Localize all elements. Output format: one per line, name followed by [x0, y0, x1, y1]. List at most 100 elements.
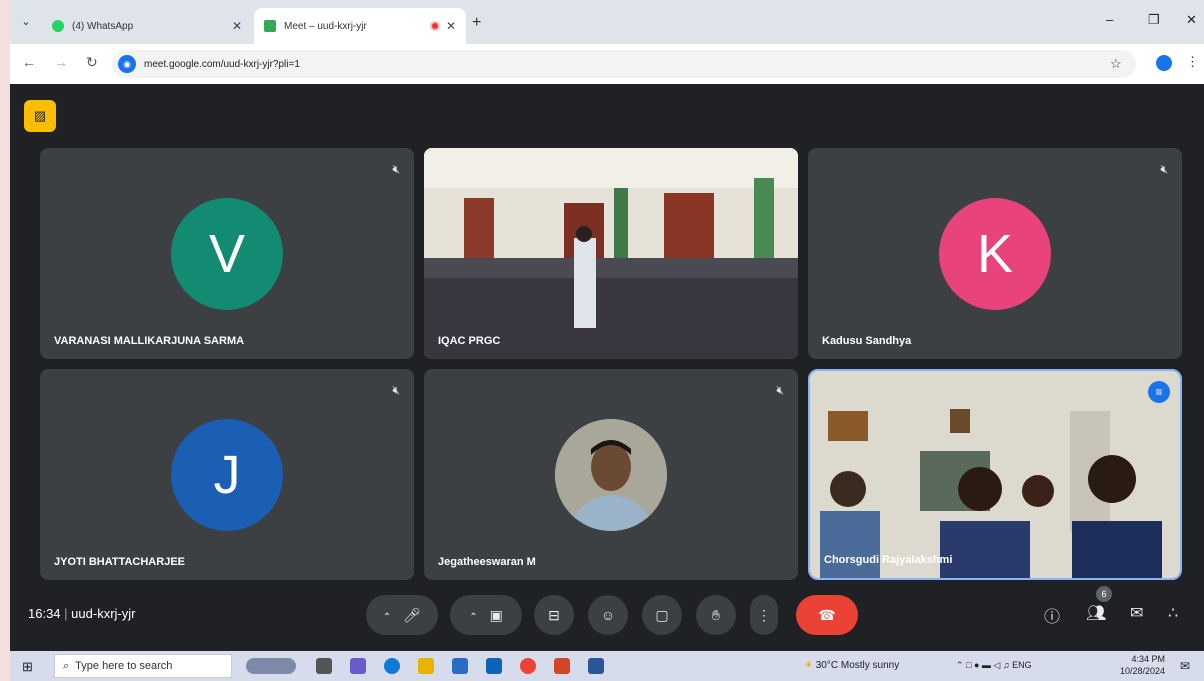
word-icon[interactable] — [588, 658, 604, 674]
tab-meet[interactable]: Meet – uud-kxrj-yjr ✕ — [254, 8, 466, 44]
minimize-button[interactable]: – — [1106, 12, 1113, 27]
search-highlight-icon[interactable] — [246, 658, 296, 674]
bookmark-star-icon[interactable]: ☆ — [1110, 56, 1122, 72]
tab-whatsapp[interactable]: (4) WhatsApp ✕ — [42, 8, 252, 44]
classroom-video — [424, 148, 798, 359]
captions-button[interactable]: ⊟ — [534, 595, 574, 635]
people-icon[interactable]: 👥︎ — [1086, 603, 1106, 623]
participant-name: VARANASI MALLIKARJUNA SARMA — [54, 335, 245, 347]
participant-tile[interactable]: 🔇︎ K Kadusu Sandhya — [808, 148, 1182, 359]
browser-window: ⌄ (4) WhatsApp ✕ Meet – uud-kxrj-yjr ✕ +… — [10, 0, 1204, 681]
chevron-up-icon[interactable]: ⌃ — [469, 612, 477, 623]
meeting-info: 16:34 | uud-kxrj-yjr — [28, 606, 135, 621]
profile-avatar[interactable] — [1156, 55, 1172, 71]
clock-date: 10/28/2024 — [1120, 666, 1166, 676]
language-indicator[interactable]: ENG — [1012, 660, 1032, 670]
close-window-button[interactable]: ✕ — [1186, 12, 1197, 28]
restore-button[interactable]: ❐ — [1148, 12, 1160, 28]
clock-time: 4:34 PM — [1131, 654, 1166, 664]
taskbar-search[interactable]: ⌕ Type here to search — [54, 654, 232, 678]
participant-count-badge: 6 — [1096, 586, 1112, 602]
tab-title: Meet – uud-kxrj-yjr — [284, 20, 367, 32]
mic-muted-icon: 🔇︎ — [392, 383, 400, 397]
participant-name: JYOTI BHATTACHARJEE — [54, 556, 185, 568]
participant-tile[interactable]: 🔇︎ V VARANASI MALLIKARJUNA SARMA — [40, 148, 414, 359]
mic-muted-icon: 🔇︎ — [392, 162, 400, 176]
more-options-button[interactable]: ⋮ — [750, 595, 778, 635]
forward-button[interactable]: → — [54, 54, 68, 70]
reactions-button[interactable]: ☺ — [588, 595, 628, 635]
search-placeholder: Type here to search — [75, 660, 173, 672]
weather-text: 30°C Mostly sunny — [815, 660, 900, 671]
mic-icon: 🎤︎ — [403, 607, 422, 623]
speaking-indicator-icon: ≡ — [1148, 381, 1170, 403]
taskbar: ⊞ ⌕ Type here to search ☀ 30°C Mostly su… — [10, 651, 1204, 681]
tab-title: (4) WhatsApp — [72, 20, 134, 32]
mail-icon[interactable] — [486, 658, 502, 674]
powerpoint-icon[interactable] — [554, 658, 570, 674]
hang-up-icon: ☎︎ — [818, 607, 836, 623]
avatar: V — [171, 197, 283, 310]
microphone-button[interactable]: ⌃ 🎤︎ — [366, 595, 438, 635]
kebab-icon: ⋮ — [757, 607, 771, 623]
end-call-button[interactable]: ☎︎ — [796, 595, 858, 635]
toolbar: ← → ↻ ◉ meet.google.com/uud-kxrj-yjr?pli… — [10, 44, 1204, 84]
back-button[interactable]: ← — [22, 54, 36, 70]
notification-icon[interactable]: ✉ — [1180, 659, 1190, 673]
whatsapp-icon — [52, 20, 64, 32]
profile-photo — [555, 418, 667, 531]
sun-icon: ☀ — [804, 660, 813, 671]
meeting-time: 16:34 — [28, 606, 61, 621]
taskbar-clock[interactable]: 4:34 PM 10/28/2024 — [1120, 653, 1165, 677]
participant-name: IQAC PRGC — [438, 335, 501, 347]
present-screen-icon: ▢ — [655, 607, 669, 623]
avatar: J — [171, 418, 283, 531]
participant-name: Jegatheeswaran M — [438, 556, 536, 568]
weather-widget[interactable]: ☀ 30°C Mostly sunny — [804, 660, 899, 671]
captions-icon: ⊟ — [548, 607, 560, 623]
close-tab-icon[interactable]: ✕ — [446, 19, 456, 33]
camera-button[interactable]: ⌃ ▣ — [450, 595, 522, 635]
participant-tile[interactable]: 🔇︎ J JYOTI BHATTACHARJEE — [40, 369, 414, 580]
camera-off-badge-icon[interactable]: ▨ — [24, 100, 56, 132]
room-video — [810, 371, 1180, 578]
meeting-details-icon[interactable]: ⓘ — [1044, 603, 1060, 627]
url-text: meet.google.com/uud-kxrj-yjr?pli=1 — [144, 58, 300, 70]
tab-search-icon[interactable]: ⌄ — [16, 12, 36, 32]
raise-hand-button[interactable]: ✋︎ — [696, 595, 736, 635]
participant-tile-speaking[interactable]: ≡ Chorsgudi Rajyalakshmi — [808, 369, 1182, 580]
mic-muted-icon: 🔇︎ — [776, 383, 784, 397]
browser-menu-icon[interactable]: ⋮ — [1186, 54, 1199, 70]
new-tab-button[interactable]: + — [472, 14, 481, 32]
store-icon[interactable] — [452, 658, 468, 674]
avatar: K — [939, 197, 1051, 310]
participant-name: Kadusu Sandhya — [822, 335, 912, 347]
activities-icon[interactable]: ∴ — [1168, 603, 1178, 623]
address-bar[interactable]: ◉ meet.google.com/uud-kxrj-yjr?pli=1 — [112, 50, 1136, 78]
widgets-icon[interactable] — [350, 658, 366, 674]
meet-icon — [264, 20, 276, 32]
tray-icons: ⌃ □ ● ▬ ◁ ♫ — [956, 660, 1010, 670]
tab-strip: ⌄ (4) WhatsApp ✕ Meet – uud-kxrj-yjr ✕ +… — [10, 0, 1204, 44]
camera-icon: ▣ — [489, 607, 503, 623]
emoji-icon: ☺ — [600, 607, 616, 623]
close-tab-icon[interactable]: ✕ — [232, 19, 242, 33]
search-icon: ⌕ — [63, 659, 70, 672]
participant-tile[interactable]: IQAC PRGC — [424, 148, 798, 359]
chat-icon[interactable]: ✉ — [1130, 603, 1143, 623]
reload-button[interactable]: ↻ — [86, 54, 98, 71]
participant-tile[interactable]: 🔇︎ Jegatheeswaran M — [424, 369, 798, 580]
site-info-icon[interactable]: ◉ — [118, 55, 136, 73]
mic-muted-icon: 🔇︎ — [1160, 162, 1168, 176]
chevron-up-icon[interactable]: ⌃ — [383, 612, 391, 623]
edge-icon[interactable] — [384, 658, 400, 674]
chrome-icon[interactable] — [520, 658, 536, 674]
windows-start-icon[interactable]: ⊞ — [22, 659, 33, 675]
present-button[interactable]: ▢ — [642, 595, 682, 635]
system-tray[interactable]: ⌃ □ ● ▬ ◁ ♫ ENG — [956, 660, 1032, 671]
meeting-code: uud-kxrj-yjr — [71, 606, 136, 621]
hand-icon: ✋︎ — [712, 607, 720, 623]
task-view-icon[interactable] — [316, 658, 332, 674]
recording-icon — [429, 21, 440, 31]
file-explorer-icon[interactable] — [418, 658, 434, 674]
